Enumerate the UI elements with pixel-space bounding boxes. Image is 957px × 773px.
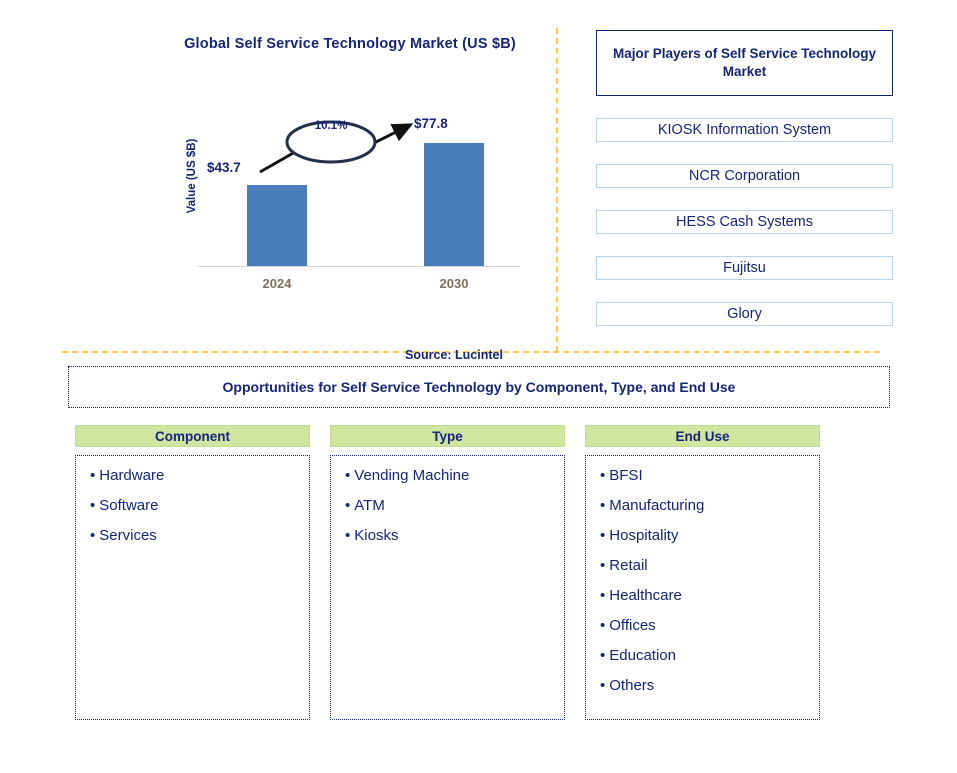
column-header-component: Component [75, 425, 310, 447]
bullet-glyph: • [600, 587, 606, 604]
column-header-end-use: End Use [585, 425, 820, 447]
list-item: • Retail [600, 558, 819, 573]
x-tick-2024: 2024 [262, 276, 292, 291]
list-item: • Hardware [90, 468, 309, 483]
column-body-component: • Hardware • Software • Services [75, 455, 310, 720]
bullet-glyph: • [600, 467, 606, 484]
list-item-label: Healthcare [609, 587, 682, 604]
chart-title: Global Self Service Technology Market (U… [184, 36, 516, 52]
bar-2030 [424, 143, 484, 266]
list-item-label: BFSI [609, 467, 643, 484]
bar-value-2024: $43.7 [207, 160, 241, 175]
list-item: • Software [90, 498, 309, 513]
list-item-label: Kiosks [354, 527, 399, 544]
list-item-label: ATM [354, 497, 385, 514]
bullet-glyph: • [90, 527, 96, 544]
column-end-use: End Use • BFSI • Manufacturing • Hospitalit… [585, 425, 820, 720]
source-note: Source: Lucintel [405, 348, 503, 362]
list-item-label: Hardware [99, 467, 165, 484]
player-item: Fujitsu [596, 256, 893, 280]
list-item: • Others [600, 678, 819, 693]
column-header-type: Type [330, 425, 565, 447]
list-item: • Services [90, 528, 309, 543]
list-item-label: Software [99, 497, 159, 514]
column-body-end-use: • BFSI • Manufacturing • Hospitality • Retai… [585, 455, 820, 720]
player-item: NCR Corporation [596, 164, 893, 188]
list-item: • Kiosks [345, 528, 564, 543]
list-item-label: Services [99, 527, 157, 544]
x-tick-2030: 2030 [439, 276, 469, 291]
bullet-glyph: • [600, 497, 606, 514]
list-item: • Education [600, 648, 819, 663]
list-item-label: Vending Machine [354, 467, 470, 484]
bar-2024 [247, 185, 307, 266]
bullet-glyph: • [345, 497, 351, 514]
cagr-label: 10.1% [314, 120, 348, 132]
y-axis-label: Value (US $B) [186, 138, 198, 214]
bullet-glyph: • [600, 647, 606, 664]
player-item: HESS Cash Systems [596, 210, 893, 234]
list-item: • Manufacturing [600, 498, 819, 513]
bullet-glyph: • [345, 527, 351, 544]
column-type: Type • Vending Machine • ATM • Kiosks [330, 425, 565, 720]
vertical-divider [556, 28, 558, 352]
list-item: • ATM [345, 498, 564, 513]
list-item: • Vending Machine [345, 468, 564, 483]
opportunity-columns: Component • Hardware • Software • Services … [75, 425, 895, 720]
column-component: Component • Hardware • Software • Services [75, 425, 310, 720]
list-item: • Offices [600, 618, 819, 633]
column-body-type: • Vending Machine • ATM • Kiosks [330, 455, 565, 720]
market-chart-panel: Global Self Service Technology Market (U… [150, 28, 550, 362]
player-item: KIOSK Information System [596, 118, 893, 142]
bullet-glyph: • [600, 617, 606, 634]
bullet-glyph: • [600, 677, 606, 694]
cagr-annotation-graphic [259, 120, 414, 174]
list-item: • Hospitality [600, 528, 819, 543]
major-players-panel: Major Players of Self Service Technology… [596, 30, 893, 326]
list-item-label: Hospitality [609, 527, 679, 544]
list-item-label: Retail [609, 557, 648, 574]
list-item: • Healthcare [600, 588, 819, 603]
player-item: Glory [596, 302, 893, 326]
x-axis-line [198, 266, 520, 267]
list-item-label: Offices [609, 617, 656, 634]
bullet-glyph: • [90, 467, 96, 484]
bullet-glyph: • [600, 527, 606, 544]
list-item-label: Others [609, 677, 655, 694]
list-item-label: Education [609, 647, 676, 664]
infographic-root: Global Self Service Technology Market (U… [0, 0, 957, 773]
major-players-header: Major Players of Self Service Technology… [596, 30, 893, 96]
list-item: • BFSI [600, 468, 819, 483]
bar-value-2030: $77.8 [414, 116, 448, 131]
bullet-glyph: • [600, 557, 606, 574]
chart-plot-area: Value (US $B) $43.7 $77.8 2024 2030 10.1… [150, 108, 550, 303]
list-item-label: Manufacturing [609, 497, 705, 514]
bullet-glyph: • [90, 497, 96, 514]
opportunities-banner: Opportunities for Self Service Technolog… [68, 366, 890, 408]
bullet-glyph: • [345, 467, 351, 484]
